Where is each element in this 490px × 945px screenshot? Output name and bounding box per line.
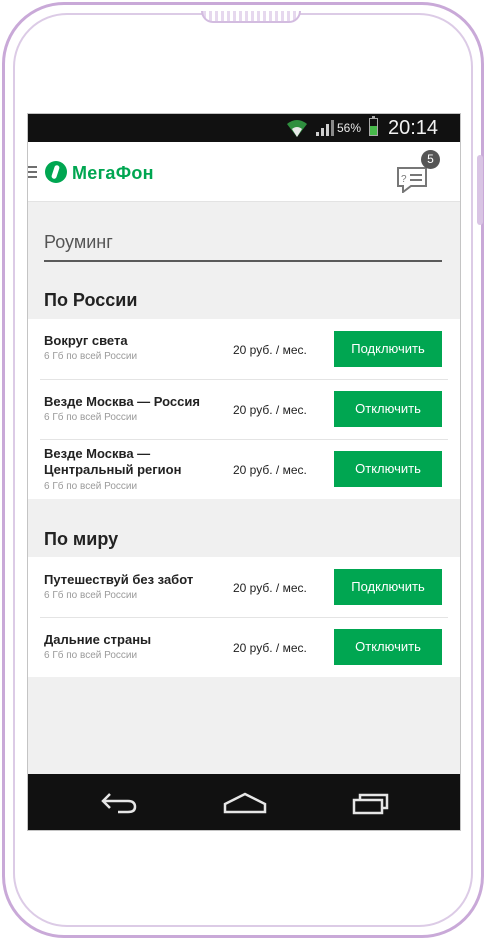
volume-button <box>477 155 483 225</box>
svg-text:?: ? <box>401 174 407 185</box>
item-price: 20 руб. / мес. <box>233 463 307 477</box>
signal-icon <box>316 120 334 136</box>
clock: 20:14 <box>388 117 439 139</box>
navigation-bar <box>28 774 460 830</box>
megafon-logo-icon <box>45 161 67 183</box>
recent-apps-icon[interactable] <box>350 791 390 815</box>
status-bar: 56% 20:14 <box>28 114 460 142</box>
wifi-icon <box>287 120 307 137</box>
item-description: 6 Гб по всей России <box>44 650 138 661</box>
item-name: Везде Москва — Центральный регион <box>44 446 182 477</box>
battery-percent: 56% <box>337 121 362 135</box>
battery-icon <box>369 116 378 136</box>
app-screen: 56% 20:14 МегаФон ? 5 Роуминг По России … <box>27 113 461 831</box>
connect-button[interactable]: Подключить <box>334 331 442 367</box>
home-icon[interactable] <box>223 792 267 814</box>
chat-badge: 5 <box>421 150 440 169</box>
item-price: 20 руб. / мес. <box>233 403 307 417</box>
speaker-grille <box>201 11 301 23</box>
item-name: Дальние страны <box>44 632 152 647</box>
item-description: 6 Гб по всей России <box>44 590 138 601</box>
group-header-russia: По России <box>44 290 138 310</box>
item-price: 20 руб. / мес. <box>233 641 307 655</box>
page-title: Роуминг <box>44 232 113 252</box>
list-world: Путешествуй без забот 6 Гб по всей Росси… <box>28 557 460 677</box>
list-item: Вокруг света 6 Гб по всей России 20 руб.… <box>28 319 460 379</box>
item-price: 20 руб. / мес. <box>233 343 307 357</box>
item-description: 6 Гб по всей России <box>44 351 138 362</box>
item-name: Путешествуй без забот <box>44 572 194 587</box>
list-russia: Вокруг света 6 Гб по всей России 20 руб.… <box>28 319 460 499</box>
list-item: Дальние страны 6 Гб по всей России 20 ру… <box>28 617 460 677</box>
back-icon[interactable] <box>100 790 138 814</box>
logo-text: МегаФон <box>72 163 154 183</box>
item-name: Вокруг света <box>44 333 128 348</box>
disconnect-button[interactable]: Отключить <box>334 391 442 427</box>
item-description: 6 Гб по всей России <box>44 481 138 492</box>
list-item: Везде Москва — Россия 6 Гб по всей Росси… <box>28 379 460 439</box>
disconnect-button[interactable]: Отключить <box>334 629 442 665</box>
menu-icon[interactable] <box>28 166 37 179</box>
item-name: Везде Москва — Россия <box>44 394 200 409</box>
page-title-field: Роуминг <box>44 218 442 262</box>
app-bar: МегаФон ? 5 <box>28 142 460 202</box>
disconnect-button[interactable]: Отключить <box>334 451 442 487</box>
group-header-world: По миру <box>44 529 119 549</box>
list-item: Везде Москва — Центральный регион 6 Гб п… <box>28 439 460 499</box>
item-price: 20 руб. / мес. <box>233 581 307 595</box>
list-item: Путешествуй без забот 6 Гб по всей Росси… <box>28 557 460 617</box>
connect-button[interactable]: Подключить <box>334 569 442 605</box>
item-description: 6 Гб по всей России <box>44 412 138 423</box>
